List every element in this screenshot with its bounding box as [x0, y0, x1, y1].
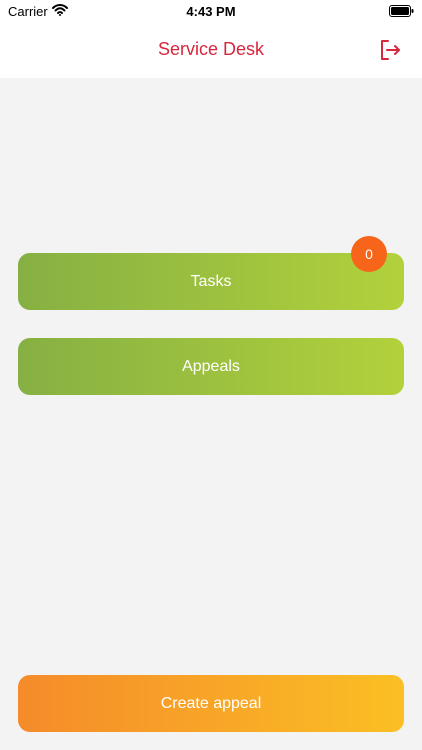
tasks-button[interactable]: Tasks	[18, 253, 404, 310]
clock-time: 4:43 PM	[186, 4, 236, 19]
appeals-button-label: Appeals	[182, 358, 240, 375]
app-header: Service Desk	[0, 24, 422, 78]
battery-icon	[389, 5, 414, 17]
logout-icon[interactable]	[378, 38, 402, 62]
create-appeal-button[interactable]: Create appeal	[18, 675, 404, 732]
tasks-button-label: Tasks	[190, 273, 232, 290]
tasks-count-badge: 0	[351, 236, 387, 272]
status-bar: Carrier 4:43 PM	[0, 0, 422, 24]
create-appeal-label: Create appeal	[160, 695, 262, 712]
appeals-button[interactable]: Appeals	[18, 338, 404, 395]
page-title: Service Desk	[157, 39, 265, 59]
